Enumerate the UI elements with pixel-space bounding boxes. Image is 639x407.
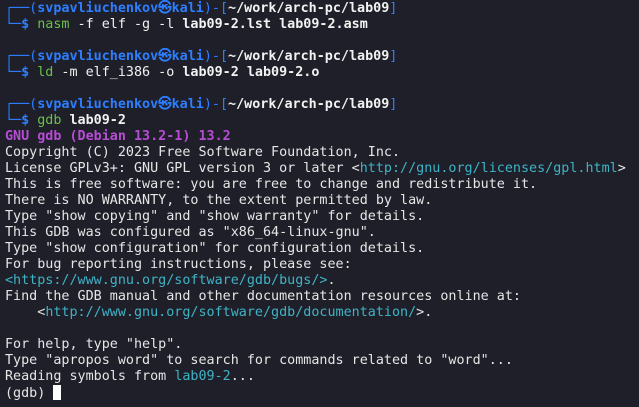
output-line: This is free software: you are free to c…	[5, 177, 538, 192]
prompt-dollar: $	[21, 17, 38, 32]
command-file: lab09-2.o	[246, 65, 320, 80]
prompt-user: svpavliuchenkov	[37, 97, 159, 112]
command-file: lab09-2	[182, 65, 239, 80]
text-cursor[interactable]	[53, 385, 62, 400]
prompt-host-symbol: ㉿	[158, 49, 172, 64]
output-line: Type "show configuration" for configurat…	[5, 241, 425, 256]
prompt-dollar: $	[21, 113, 38, 128]
terminal[interactable]: ┌──(svpavliuchenkov㉿kali)-[~/work/arch-p…	[0, 0, 639, 401]
output-line: There is NO WARRANTY, to the extent perm…	[5, 193, 433, 208]
prompt-user: svpavliuchenkov	[37, 49, 159, 64]
gdb-prompt: (gdb)	[5, 386, 54, 401]
output-line: For bug reporting instructions, please s…	[5, 257, 352, 272]
prompt-host: kali	[171, 1, 204, 16]
prompt-path: ~/work/arch-pc/lab09	[228, 1, 390, 16]
prompt-corner: ┌──(	[5, 1, 38, 16]
output-line: <https://www.gnu.org/software/gdb/bugs/>…	[5, 273, 336, 288]
gdb-prompt-line[interactable]: (gdb)	[5, 385, 639, 401]
command-file: lab09-2.asm	[279, 17, 368, 32]
command-file: lab09-2.lst	[182, 17, 272, 32]
symbol-file: lab09-2	[174, 369, 231, 384]
license-link[interactable]: http://gnu.org/licenses/gpl.html	[360, 161, 618, 176]
output-line: Type "apropos word" to search for comman…	[5, 353, 513, 368]
command-line: └─$ ld -m elf_i386 -o lab09-2 lab09-2.o	[5, 65, 320, 80]
command-args: -m	[53, 65, 86, 80]
output-line: Type "show copying" and "show warranty" …	[5, 209, 425, 224]
prompt-host-symbol: ㉿	[158, 97, 172, 112]
output-line: License GPLv3+: GNU GPL version 3 or lat…	[5, 161, 626, 176]
prompt-host: kali	[171, 49, 204, 64]
prompt-host: kali	[171, 97, 204, 112]
output-line: <http://www.gnu.org/software/gdb/documen…	[5, 305, 433, 320]
output-line: Reading symbols from lab09-2...	[5, 369, 255, 384]
command-name: nasm	[37, 17, 70, 32]
prompt-dollar: $	[21, 65, 38, 80]
bugs-link[interactable]: <https://www.gnu.org/software/gdb/bugs/>	[5, 273, 327, 288]
output-line: Find the GDB manual and other documentat…	[5, 289, 521, 304]
docs-link[interactable]: http://www.gnu.org/software/gdb/document…	[45, 305, 416, 320]
command-args: -f elf -g -l	[69, 17, 183, 32]
prompt-line: ┌──(svpavliuchenkov㉿kali)-[~/work/arch-p…	[5, 1, 398, 16]
command-name: ld	[37, 65, 54, 80]
command-file: lab09-2	[69, 113, 126, 128]
output-line: Copyright (C) 2023 Free Software Foundat…	[5, 145, 401, 160]
prompt-user: svpavliuchenkov	[37, 1, 159, 16]
prompt-path: ~/work/arch-pc/lab09	[228, 49, 390, 64]
command-args: -o	[150, 65, 183, 80]
command-line: └─$ gdb lab09-2	[5, 113, 126, 128]
command-line: └─$ nasm -f elf -g -l lab09-2.lst lab09-…	[5, 17, 368, 32]
output-line: For help, type "help".	[5, 337, 183, 352]
prompt-line: ┌──(svpavliuchenkov㉿kali)-[~/work/arch-p…	[5, 49, 398, 64]
command-name: gdb	[37, 113, 62, 128]
gdb-banner: GNU gdb (Debian 13.2-1) 13.2	[5, 129, 231, 144]
prompt-host-symbol: ㉿	[158, 1, 172, 16]
prompt-line: ┌──(svpavliuchenkov㉿kali)-[~/work/arch-p…	[5, 97, 398, 112]
command-option: elf_i386	[85, 65, 151, 80]
output-line: This GDB was configured as "x86_64-linux…	[5, 225, 376, 240]
prompt-path: ~/work/arch-pc/lab09	[228, 97, 390, 112]
